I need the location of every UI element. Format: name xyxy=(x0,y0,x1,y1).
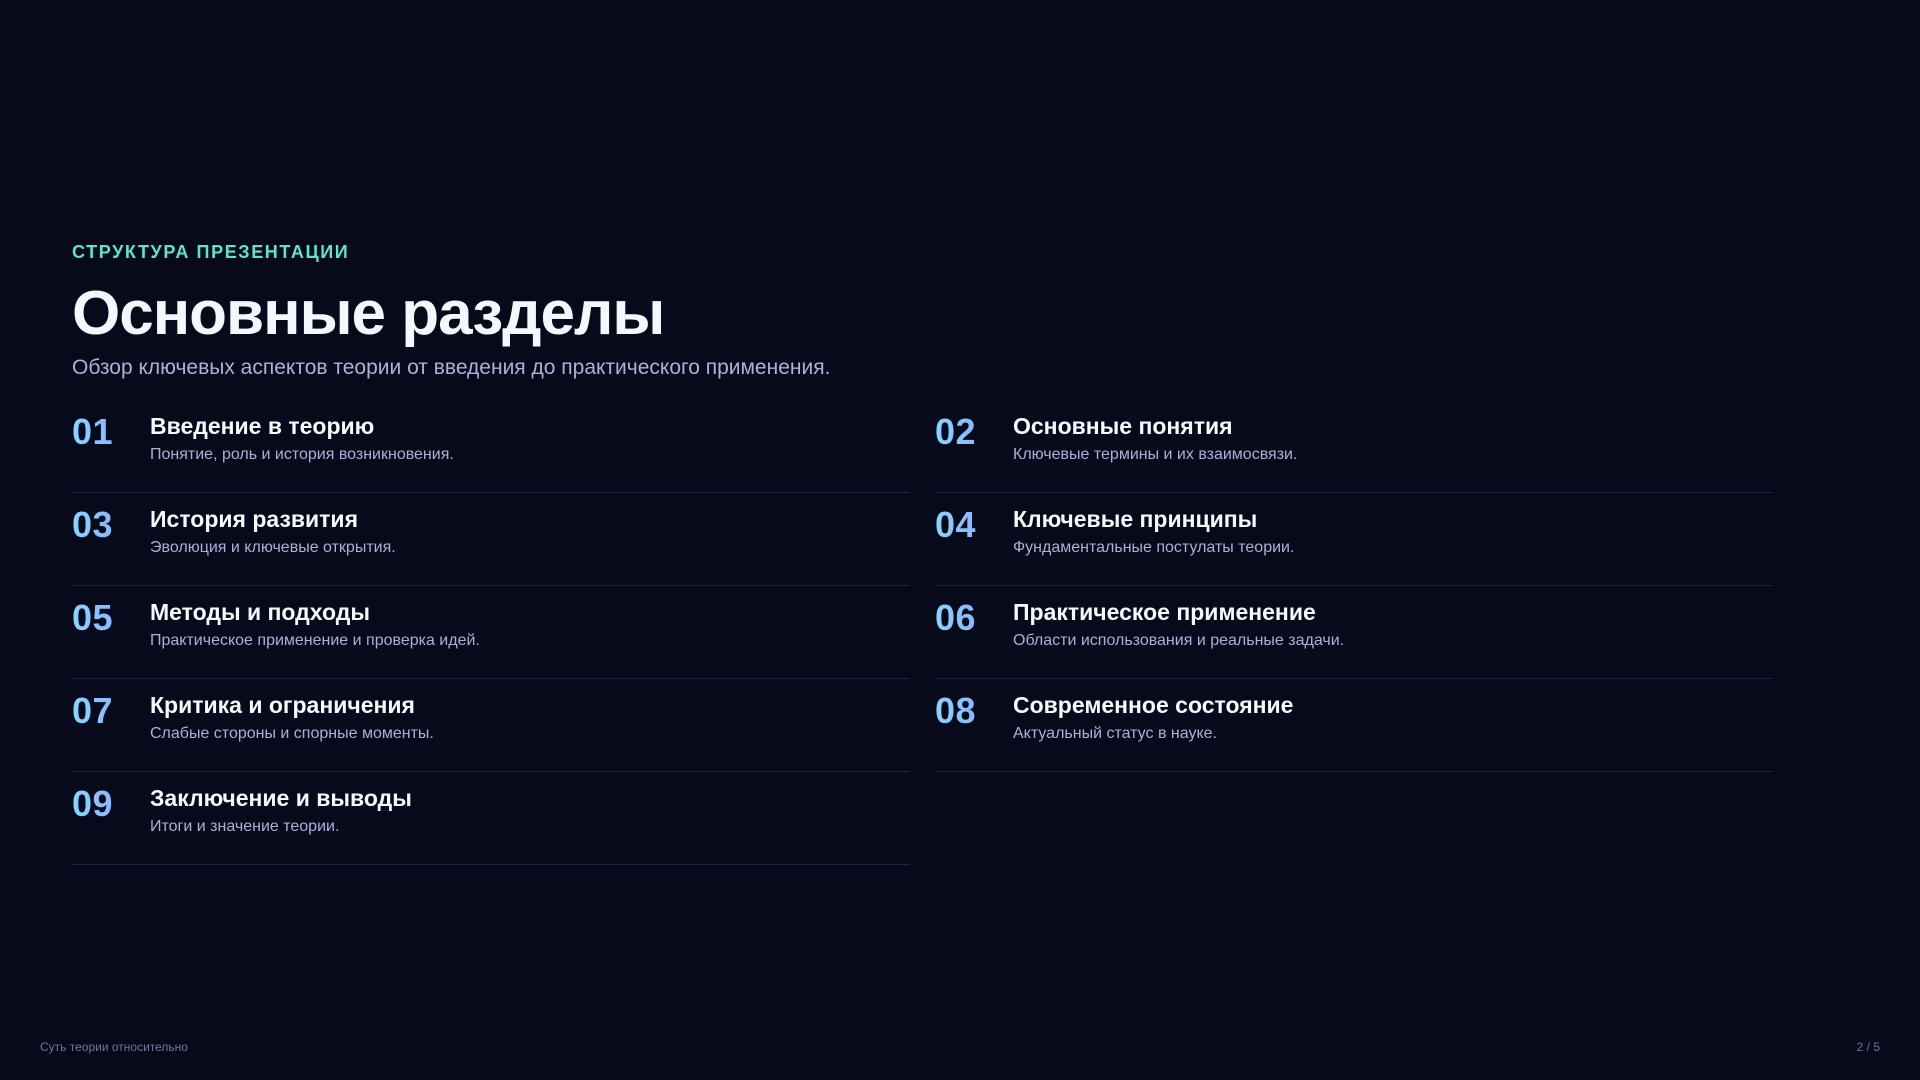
section-item-02: 02 Основные понятия Ключевые термины и и… xyxy=(935,400,1773,493)
section-number: 02 xyxy=(935,412,1013,452)
section-item-07: 07 Критика и ограничения Слабые стороны … xyxy=(72,679,910,772)
page-title: Основные разделы xyxy=(72,279,665,348)
section-text: Заключение и выводы Итоги и значение тео… xyxy=(150,784,412,837)
presentation-slide: СТРУКТУРА ПРЕЗЕНТАЦИИ Основные разделы О… xyxy=(0,0,1920,1080)
section-item-05: 05 Методы и подходы Практическое примене… xyxy=(72,586,910,679)
section-item-09: 09 Заключение и выводы Итоги и значение … xyxy=(72,772,910,865)
section-text: Введение в теорию Понятие, роль и истори… xyxy=(150,412,454,465)
section-number: 07 xyxy=(72,691,150,731)
section-title: Методы и подходы xyxy=(150,599,370,625)
section-text: История развития Эволюция и ключевые отк… xyxy=(150,505,396,558)
section-title: Критика и ограничения xyxy=(150,692,415,718)
section-description: Области использования и реальные задачи. xyxy=(1013,632,1345,649)
section-title: Заключение и выводы xyxy=(150,785,412,811)
section-number: 04 xyxy=(935,505,1013,545)
section-text: Методы и подходы Практическое применение… xyxy=(150,598,480,651)
section-title: Современное состояние xyxy=(1013,692,1294,718)
section-number: 08 xyxy=(935,691,1013,731)
section-text: Основные понятия Ключевые термины и их в… xyxy=(1013,412,1297,465)
slide-header: СТРУКТУРА ПРЕЗЕНТАЦИИ Основные разделы О… xyxy=(72,240,1772,382)
section-title: Введение в теорию xyxy=(150,413,375,439)
section-title: История развития xyxy=(150,506,358,532)
section-item-03: 03 История развития Эволюция и ключевые … xyxy=(72,493,910,586)
page-indicator: 2 / 5 xyxy=(1856,1040,1880,1054)
section-description: Актуальный статус в науке. xyxy=(1013,725,1217,742)
section-item-01: 01 Введение в теорию Понятие, роль и ист… xyxy=(72,400,910,493)
section-text: Практическое применение Области использо… xyxy=(1013,598,1344,651)
section-item-06: 06 Практическое применение Области испол… xyxy=(935,586,1773,679)
section-description: Слабые стороны и спорные моменты. xyxy=(150,725,434,742)
section-description: Итоги и значение теории. xyxy=(150,818,340,835)
section-number: 09 xyxy=(72,784,150,824)
section-description: Практическое применение и проверка идей. xyxy=(150,632,480,649)
section-item-04: 04 Ключевые принципы Фундаментальные пос… xyxy=(935,493,1773,586)
section-title: Основные понятия xyxy=(1013,413,1233,439)
section-description: Понятие, роль и история возникновения. xyxy=(150,446,454,463)
section-title: Ключевые принципы xyxy=(1013,506,1258,532)
section-number: 06 xyxy=(935,598,1013,638)
page-subtitle: Обзор ключевых аспектов теории от введен… xyxy=(72,356,831,379)
footer-presentation-title: Суть теории относительно xyxy=(40,1040,188,1054)
sections-grid: 01 Введение в теорию Понятие, роль и ист… xyxy=(72,400,1773,865)
section-number: 01 xyxy=(72,412,150,452)
section-description: Ключевые термины и их взаимосвязи. xyxy=(1013,446,1298,463)
section-title: Практическое применение xyxy=(1013,599,1316,625)
section-text: Ключевые принципы Фундаментальные постул… xyxy=(1013,505,1294,558)
section-eyebrow: СТРУКТУРА ПРЕЗЕНТАЦИИ xyxy=(72,242,350,262)
section-text: Критика и ограничения Слабые стороны и с… xyxy=(150,691,434,744)
section-number: 05 xyxy=(72,598,150,638)
section-description: Эволюция и ключевые открытия. xyxy=(150,539,396,556)
section-item-08: 08 Современное состояние Актуальный стат… xyxy=(935,679,1773,772)
section-number: 03 xyxy=(72,505,150,545)
section-description: Фундаментальные постулаты теории. xyxy=(1013,539,1295,556)
section-text: Современное состояние Актуальный статус … xyxy=(1013,691,1293,744)
